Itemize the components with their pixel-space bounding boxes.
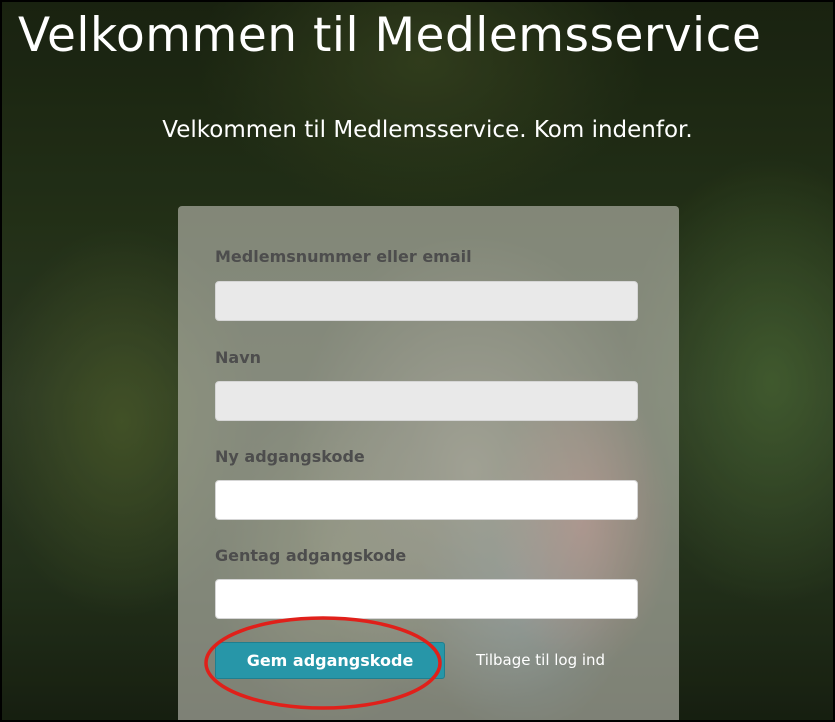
- name-input[interactable]: [215, 381, 638, 421]
- repeat-password-input[interactable]: [215, 579, 638, 619]
- member-number-input[interactable]: [215, 281, 638, 321]
- page-frame: Velkommen til Medlemsservice Velkommen t…: [0, 0, 835, 722]
- back-to-login-link[interactable]: Tilbage til log ind: [476, 651, 605, 669]
- password-form-card: Medlemsnummer eller email Navn Ny adgang…: [178, 206, 679, 720]
- page-title: Velkommen til Medlemsservice: [18, 8, 762, 63]
- repeat-password-label: Gentag adgangskode: [215, 546, 407, 565]
- member-field-label: Medlemsnummer eller email: [215, 247, 472, 266]
- name-field-label: Navn: [215, 348, 262, 367]
- save-password-button[interactable]: Gem adgangskode: [215, 642, 445, 679]
- new-password-label: Ny adgangskode: [215, 447, 365, 466]
- page-subtitle: Velkommen til Medlemsservice. Kom indenf…: [162, 117, 693, 143]
- new-password-input[interactable]: [215, 480, 638, 520]
